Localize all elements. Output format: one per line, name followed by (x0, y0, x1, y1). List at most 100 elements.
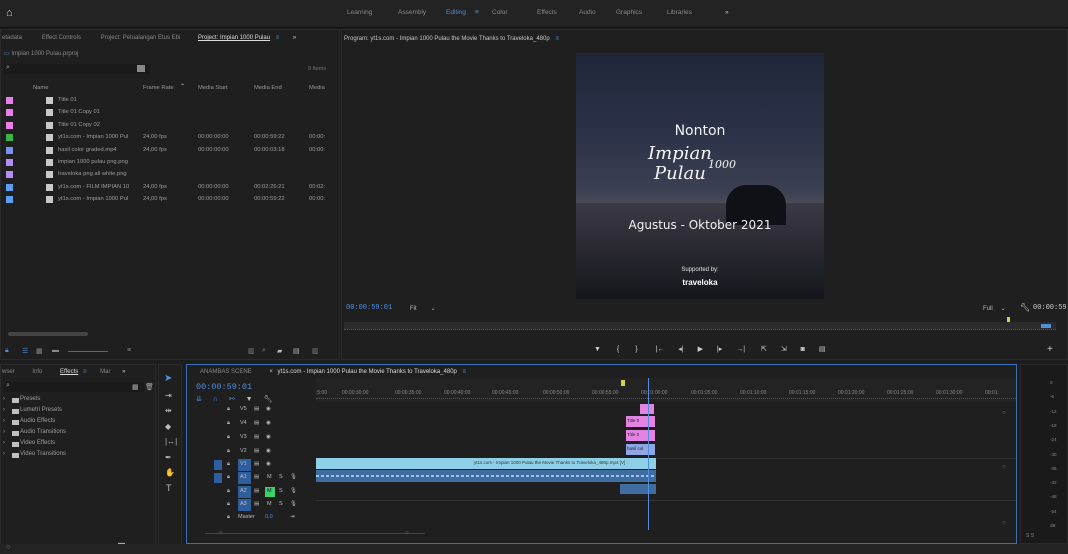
title-clip-v4[interactable]: Title 0 (626, 416, 655, 427)
icon-view-icon[interactable]: ▦ (36, 347, 43, 355)
list-item[interactable]: hasil color graded.mp4 24,00 fps 00:00:00:… (0, 145, 337, 157)
delete-icon[interactable]: 🗑︎ (145, 383, 154, 391)
chevron-right-icon[interactable]: › (3, 418, 5, 424)
tab-browser[interactable]: wser (2, 369, 15, 375)
label-color-swatch[interactable] (6, 109, 13, 117)
effects-menu-icon[interactable]: ≡ (83, 369, 87, 375)
new-custom-bin-icon[interactable]: ▦ (132, 383, 139, 391)
tab-sequence-yt1s[interactable]: yt1s.com - Impian 1000 Pulau the Movie T… (278, 369, 457, 375)
timeline-menu-icon[interactable]: ≡ (463, 369, 467, 375)
tab-sequence-anambas[interactable]: ANAMBAS SCENE (200, 369, 252, 375)
lock-icon[interactable]: 🔒︎ (227, 461, 230, 468)
list-item[interactable]: yt1s.com - Impian 1000 Pul 24,00 fps 00:00… (0, 194, 337, 206)
effects-more-button[interactable]: » (122, 369, 125, 375)
column-name[interactable]: Name (33, 85, 48, 91)
linked-selection-icon[interactable]: ⚯ (229, 396, 235, 403)
add-marker-icon[interactable]: ▼ (594, 346, 601, 353)
column-media-end[interactable]: Media End (254, 85, 282, 91)
microphone-icon[interactable]: 🎙︎ (290, 488, 297, 494)
tab-info[interactable]: Info (32, 369, 42, 375)
lock-icon[interactable]: 🔒︎ (227, 501, 230, 508)
workspace-effects[interactable]: Effects (537, 9, 557, 16)
label-color-swatch[interactable] (6, 146, 13, 154)
quality-dropdown[interactable]: Full ⌄ (983, 305, 1006, 312)
go-to-end-icon[interactable]: ⇥ (290, 514, 295, 520)
audio-track-header[interactable]: 🔒︎ A2 ▤ M S 🎙︎ (214, 486, 316, 499)
panel-menu-icon[interactable]: ≡ (276, 35, 280, 41)
sync-lock-icon[interactable]: ▤ (254, 488, 259, 494)
label-color-swatch[interactable] (6, 121, 13, 129)
program-scrub-bar[interactable] (344, 322, 1056, 330)
effects-folder-item[interactable]: Presets (20, 396, 40, 402)
tab-metadata[interactable]: etadata (2, 35, 22, 41)
close-icon[interactable]: × (269, 369, 273, 375)
effects-folder-item[interactable]: Video Effects (20, 440, 55, 446)
sync-lock-icon[interactable]: ▤ (254, 474, 259, 480)
add-button-icon[interactable]: + (1047, 344, 1053, 355)
column-frame-rate[interactable]: Frame Rate (143, 85, 174, 91)
microphone-icon[interactable]: 🎙︎ (290, 474, 297, 480)
list-item[interactable]: Title 01 (0, 95, 337, 107)
workspace-libraries[interactable]: Libraries (667, 9, 692, 16)
list-view-icon[interactable]: ☰ (22, 347, 28, 355)
step-forward-icon[interactable]: |▸ (717, 346, 722, 353)
hand-tool-icon[interactable]: ✋ (165, 468, 175, 477)
sync-lock-icon[interactable]: ▤ (254, 461, 259, 467)
sync-lock-icon[interactable]: ▤ (254, 448, 259, 454)
video-track-header[interactable]: 🔒︎ V4 ▤ ◉ (214, 418, 316, 431)
new-item-icon[interactable]: ▤ (293, 347, 300, 355)
sync-lock-icon[interactable]: ▤ (254, 420, 259, 426)
label-color-swatch[interactable] (6, 183, 13, 191)
video-track-header[interactable]: 🔒︎ V5 ▤ ◉ (214, 404, 316, 417)
workspace-editing[interactable]: Editing (446, 9, 466, 16)
solo-button[interactable]: S (279, 501, 283, 507)
workspace-more-button[interactable]: » (725, 9, 729, 16)
scroll-handle-icon[interactable]: ○ (1002, 520, 1006, 526)
freeform-view-icon[interactable]: ▬ (52, 347, 59, 354)
workspace-graphics[interactable]: Graphics (616, 9, 642, 16)
comparison-view-icon[interactable]: ▤ (819, 346, 826, 353)
title-clip-v5[interactable] (640, 404, 654, 414)
title-clip-v3[interactable]: Title 0 (626, 430, 655, 441)
project-scrollbar[interactable] (8, 332, 88, 336)
slip-tool-icon[interactable]: |↔| (165, 437, 177, 446)
timeline-zoom-scrollbar[interactable]: ○ ○ (205, 530, 425, 539)
graded-clip-v2[interactable]: hasil col (626, 444, 655, 455)
timeline-timecode[interactable]: 00:00:59:01 (196, 382, 252, 392)
eye-icon[interactable]: ◉ (266, 434, 271, 440)
go-to-in-icon[interactable]: |← (655, 346, 664, 353)
selection-tool-icon[interactable]: ➤ (164, 373, 172, 384)
zoom-slider[interactable] (68, 351, 108, 352)
scroll-start-handle[interactable]: ○ (219, 530, 223, 536)
lift-icon[interactable]: ⇱ (761, 346, 767, 353)
tab-effect-controls[interactable]: Effect Controls (42, 35, 81, 41)
list-item[interactable]: traveloka png all white.png (0, 169, 337, 181)
step-back-icon[interactable]: ◂| (678, 346, 683, 353)
video-track-header[interactable]: 🔒︎ V2 ▤ ◉ (214, 446, 316, 459)
label-color-swatch[interactable] (6, 134, 13, 142)
effects-folder-item[interactable]: Audio Transitions (20, 429, 66, 435)
sync-lock-icon[interactable]: ▤ (254, 434, 259, 440)
go-to-out-icon[interactable]: →| (736, 346, 745, 353)
tab-project-impian[interactable]: Project: Impian 1000 Pulau (198, 35, 270, 41)
home-icon[interactable]: ⌂ (6, 7, 20, 19)
extract-icon[interactable]: ⇲ (781, 346, 787, 353)
chevron-right-icon[interactable]: › (3, 429, 5, 435)
scroll-handle-icon[interactable]: ○ (1002, 410, 1006, 416)
source-patch[interactable] (214, 487, 222, 497)
new-bin-button-icon[interactable]: ▰ (277, 347, 282, 355)
wrench-icon[interactable]: 🔧︎ (1020, 303, 1030, 312)
microphone-icon[interactable]: 🎙︎ (290, 501, 297, 507)
lock-icon[interactable]: 🔒︎ (227, 420, 230, 427)
source-patch[interactable] (214, 473, 222, 483)
solo-button[interactable]: S (279, 474, 283, 480)
eye-icon[interactable]: ◉ (266, 406, 271, 412)
fit-dropdown[interactable]: Fit ⌄ (410, 305, 436, 312)
automate-sequence-icon[interactable]: ▥ (248, 347, 255, 355)
snap-icon[interactable]: ∩ (213, 396, 218, 403)
chevron-right-icon[interactable]: › (3, 407, 5, 413)
sync-lock-icon[interactable]: ▤ (254, 501, 259, 507)
lock-icon[interactable]: 🔒︎ (227, 488, 230, 495)
effects-folder-item[interactable]: Audio Effects (20, 418, 55, 424)
eye-icon[interactable]: ◉ (266, 461, 271, 467)
